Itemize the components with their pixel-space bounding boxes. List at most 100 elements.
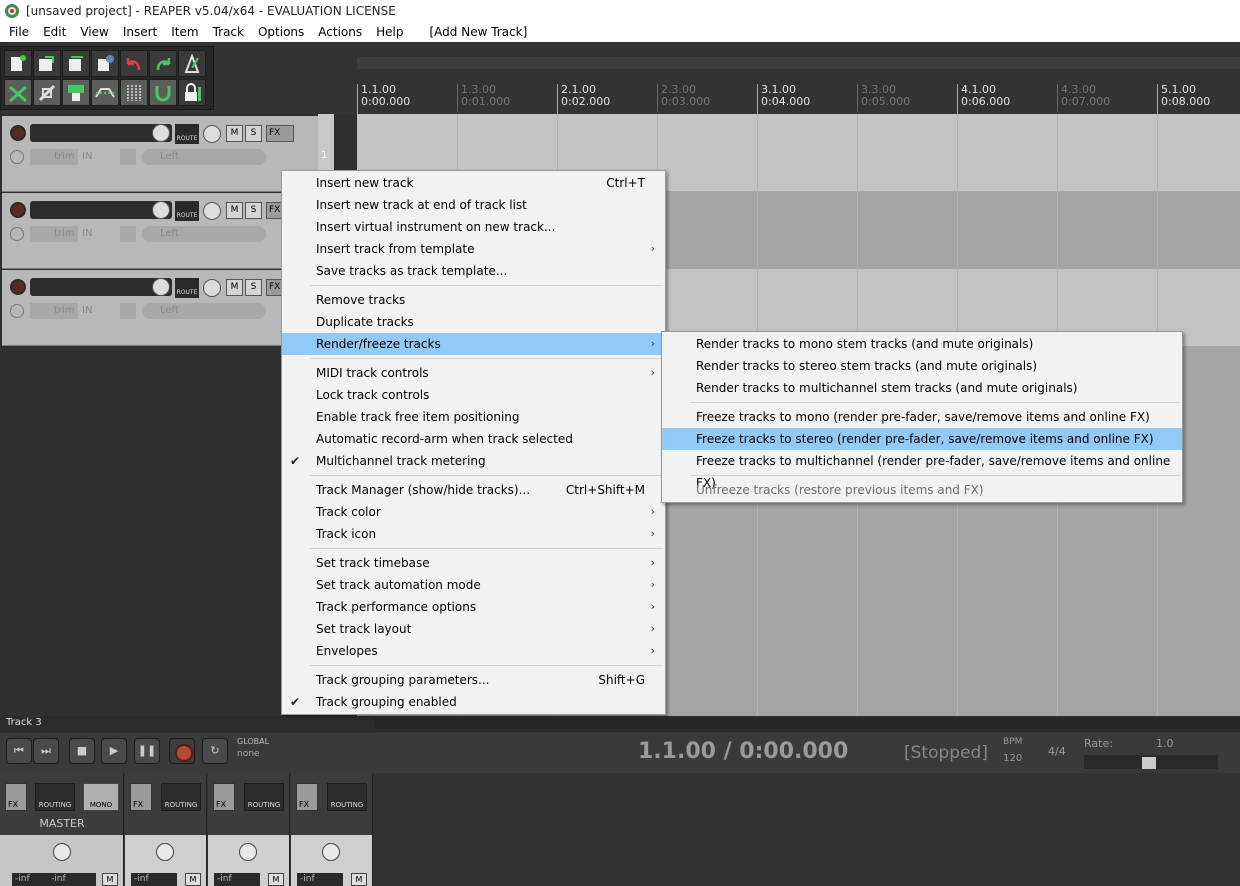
menu-view[interactable]: View <box>73 25 115 39</box>
menu-item-render-freeze-tracks[interactable]: Render/freeze tracks › <box>282 333 665 355</box>
menu-item-freeze-tracks-to-mono-render-pre-fader-save-remove-items-and-online-fx[interactable]: Freeze tracks to mono (render pre-fader,… <box>662 406 1182 428</box>
rate-slider[interactable] <box>1084 755 1218 769</box>
open-project-button[interactable] <box>33 50 61 77</box>
menu-item-track-performance-options[interactable]: Track performance options › <box>282 596 665 618</box>
trim-automation-button[interactable]: trim <box>30 149 78 165</box>
project-settings-button[interactable] <box>91 50 119 77</box>
phase-invert-icon[interactable] <box>10 150 24 164</box>
menu-item-insert-virtual-instrument-on-new-track[interactable]: Insert virtual instrument on new track..… <box>282 216 665 238</box>
go-to-end-button[interactable]: ⏭ <box>33 738 59 764</box>
record-arm-button[interactable] <box>10 279 26 295</box>
pan-knob[interactable] <box>203 125 221 143</box>
mono-button[interactable]: MONO <box>83 783 119 811</box>
input-select[interactable]: Left <box>142 226 266 242</box>
solo-button[interactable]: S <box>245 125 262 142</box>
menu-item-set-track-automation-mode[interactable]: Set track automation mode › <box>282 574 665 596</box>
menu-item-lock-track-controls[interactable]: Lock track controls <box>282 384 665 406</box>
menu-item-automatic-record-arm-when-track-selected[interactable]: Automatic record-arm when track selected <box>282 428 665 450</box>
strip-fx-button[interactable]: FX <box>213 783 235 811</box>
volume-knob[interactable] <box>152 201 170 219</box>
timeline-ruler[interactable]: 1.1.00 0:00.000 1.3.00 0:01.000 2.1.00 0:02… <box>357 80 1240 114</box>
menu-item-duplicate-tracks[interactable]: Duplicate tracks <box>282 311 665 333</box>
input-monitor-toggle[interactable] <box>120 303 136 319</box>
menu-item-set-track-timebase[interactable]: Set track timebase › <box>282 552 665 574</box>
input-select[interactable]: Left <box>142 149 266 165</box>
phase-invert-icon[interactable] <box>10 304 24 318</box>
mute-button[interactable]: M <box>226 202 243 219</box>
menu-help[interactable]: Help <box>369 25 410 39</box>
trim-automation-button[interactable]: trim <box>30 303 78 319</box>
menu-file[interactable]: File <box>2 25 36 39</box>
strip-routing-button[interactable]: ROUTING <box>161 783 201 811</box>
strip-mute-button[interactable]: M <box>351 873 367 886</box>
menu-item-envelopes[interactable]: Envelopes › <box>282 640 665 662</box>
metronome-button[interactable] <box>178 50 206 77</box>
master-fx-button[interactable]: FX <box>5 783 27 811</box>
track-name-field[interactable] <box>30 124 172 142</box>
strip-fx-button[interactable]: FX <box>130 783 152 811</box>
track-name-field[interactable] <box>30 278 172 296</box>
menu-actions[interactable]: Actions <box>311 25 369 39</box>
undo-button[interactable] <box>120 50 148 77</box>
auto-crossfade-button[interactable] <box>4 79 32 106</box>
lock-button[interactable] <box>178 79 206 106</box>
menu-item-freeze-tracks-to-stereo-render-pre-fader-save-remove-items-and-online-fx[interactable]: Freeze tracks to stereo (render pre-fade… <box>662 428 1182 450</box>
position-display[interactable]: 1.1.00 / 0:00.000 <box>638 739 848 764</box>
envelope-points-button[interactable] <box>91 79 119 106</box>
ripple-edit-button[interactable] <box>33 79 61 106</box>
menu-item-remove-tracks[interactable]: Remove tracks <box>282 289 665 311</box>
menu-item-track-manager-show-hide-tracks[interactable]: Track Manager (show/hide tracks)... Ctrl+… <box>282 479 665 501</box>
menu-track[interactable]: Track <box>206 25 251 39</box>
volume-knob[interactable] <box>152 124 170 142</box>
pause-button[interactable]: ❚❚ <box>134 738 160 764</box>
rate-slider-thumb[interactable] <box>1142 757 1156 769</box>
phase-invert-icon[interactable] <box>10 227 24 241</box>
master-routing-button[interactable]: ROUTING <box>35 783 75 811</box>
repeat-button[interactable]: ↻ <box>202 738 228 764</box>
strip-routing-button[interactable]: ROUTING <box>327 783 367 811</box>
menu-item-track-grouping-parameters[interactable]: Track grouping parameters... Shift+G <box>282 669 665 691</box>
pan-knob[interactable] <box>203 202 221 220</box>
menu-item-midi-track-controls[interactable]: MIDI track controls › <box>282 362 665 384</box>
menu-item-insert-new-track[interactable]: Insert new track Ctrl+T <box>282 172 665 194</box>
item-grouping-button[interactable] <box>62 79 90 106</box>
redo-button[interactable] <box>149 50 177 77</box>
menu-item-track-icon[interactable]: Track icon › <box>282 523 665 545</box>
strip-routing-button[interactable]: ROUTING <box>244 783 284 811</box>
track-1[interactable]: ROUTE M S FX trim IN Left 1 <box>2 116 327 192</box>
ruler-region-bar[interactable] <box>357 57 1240 69</box>
strip-mute-button[interactable]: M <box>185 873 201 886</box>
stop-button[interactable]: ■ <box>69 738 95 764</box>
horizontal-scrollbar[interactable] <box>374 718 1240 729</box>
menu-item-track-grouping-enabled[interactable]: ✔ Track grouping enabled <box>282 691 665 713</box>
input-monitor-label[interactable]: IN <box>82 149 116 165</box>
record-arm-button[interactable] <box>10 125 26 141</box>
play-button[interactable]: ▶ <box>101 738 127 764</box>
strip-pan-knob[interactable] <box>322 843 340 861</box>
solo-button[interactable]: S <box>245 202 262 219</box>
add-new-track-button[interactable]: [Add New Track] <box>423 25 535 39</box>
record-button[interactable] <box>169 738 195 764</box>
route-button[interactable]: ROUTE <box>175 201 199 221</box>
mute-button[interactable]: M <box>226 279 243 296</box>
menu-item-insert-track-from-template[interactable]: Insert track from template › <box>282 238 665 260</box>
trim-automation-button[interactable]: trim <box>30 226 78 242</box>
mute-button[interactable]: M <box>226 125 243 142</box>
go-to-start-button[interactable]: ⏮ <box>6 738 32 764</box>
input-monitor-label[interactable]: IN <box>82 303 116 319</box>
global-automation[interactable]: GLOBAL none <box>237 737 269 759</box>
menu-item[interactable]: Item <box>164 25 205 39</box>
route-button[interactable]: ROUTE <box>175 278 199 298</box>
track-2[interactable]: ROUTE M S FX trim IN Left <box>2 193 318 269</box>
snap-grid-button[interactable] <box>120 79 148 106</box>
master-pan-knob[interactable] <box>53 843 71 861</box>
track-3[interactable]: ROUTE M S FX trim IN Left <box>2 270 318 346</box>
menu-item-track-color[interactable]: Track color › <box>282 501 665 523</box>
solo-button[interactable]: S <box>245 279 262 296</box>
menu-item-enable-track-free-item-positioning[interactable]: Enable track free item positioning <box>282 406 665 428</box>
time-signature[interactable]: 4/4 <box>1048 745 1066 758</box>
save-project-button[interactable] <box>62 50 90 77</box>
menu-item-freeze-tracks-to-multichannel-render-pre-fader-save-remove-items-and-online-fx[interactable]: Freeze tracks to multichannel (render pr… <box>662 450 1182 490</box>
fx-button[interactable]: FX <box>266 125 294 142</box>
route-button[interactable]: ROUTE <box>175 124 199 144</box>
